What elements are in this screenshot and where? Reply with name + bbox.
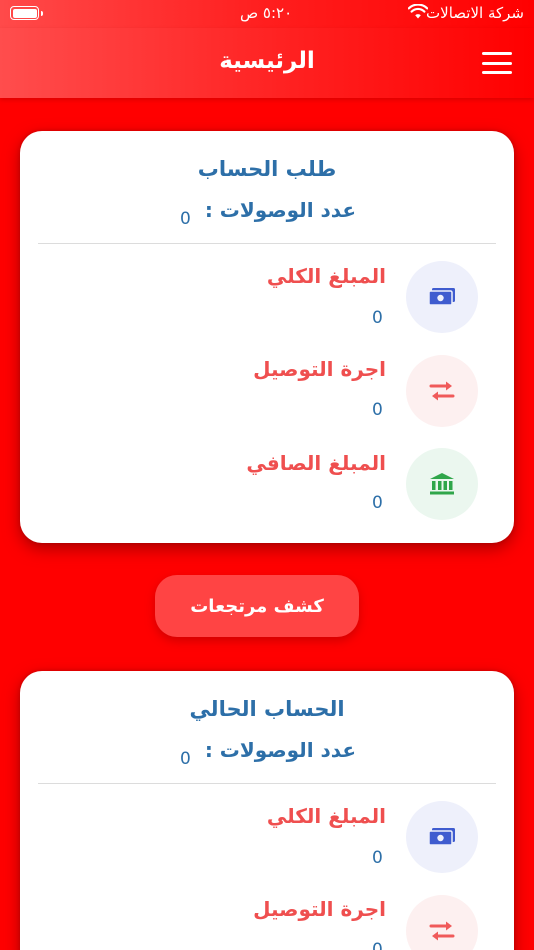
hamburger-menu-icon[interactable] xyxy=(482,52,512,74)
refund-statement-button[interactable]: كشف مرتجعات xyxy=(155,575,359,637)
divider xyxy=(38,243,496,244)
total-amount-value: 0 xyxy=(372,308,383,328)
receipts-count-label: عدد الوصولات : xyxy=(204,738,356,762)
delivery-fee-label: اجرة التوصيل xyxy=(253,897,386,921)
total-amount-label: المبلغ الكلي xyxy=(266,264,386,288)
page-title: الرئيسية xyxy=(219,48,315,74)
card-title: الحساب الحالي xyxy=(189,697,345,721)
delivery-fee-value: 0 xyxy=(372,400,383,420)
net-amount-value: 0 xyxy=(372,493,383,513)
money-icon xyxy=(406,801,478,873)
battery-icon xyxy=(10,6,43,20)
card-title: طلب الحساب xyxy=(197,157,337,181)
battery-level xyxy=(12,8,37,18)
status-time: ٥:٢٠ ص xyxy=(240,4,293,22)
wifi-icon xyxy=(407,3,429,23)
account-request-card: طلب الحساب عدد الوصولات : 0 المبلغ الكلي… xyxy=(20,131,514,543)
divider xyxy=(38,783,496,784)
receipts-count-value: 0 xyxy=(180,749,191,769)
delivery-fee-label: اجرة التوصيل xyxy=(253,357,386,381)
swap-arrows-icon xyxy=(406,355,478,427)
total-amount-label: المبلغ الكلي xyxy=(266,804,386,828)
status-bar: شركة الاتصالات ٥:٢٠ ص xyxy=(0,0,534,28)
current-account-card: الحساب الحالي عدد الوصولات : 0 المبلغ ال… xyxy=(20,671,514,950)
bank-icon xyxy=(406,448,478,520)
money-icon xyxy=(406,261,478,333)
carrier-name: شركة الاتصالات xyxy=(426,4,524,22)
delivery-fee-value: 0 xyxy=(372,940,383,950)
total-amount-value: 0 xyxy=(372,848,383,868)
receipts-count-label: عدد الوصولات : xyxy=(204,198,356,222)
swap-arrows-icon xyxy=(406,895,478,950)
app-header: الرئيسية xyxy=(0,28,534,98)
net-amount-label: المبلغ الصافي xyxy=(246,451,386,475)
receipts-count-value: 0 xyxy=(180,209,191,229)
